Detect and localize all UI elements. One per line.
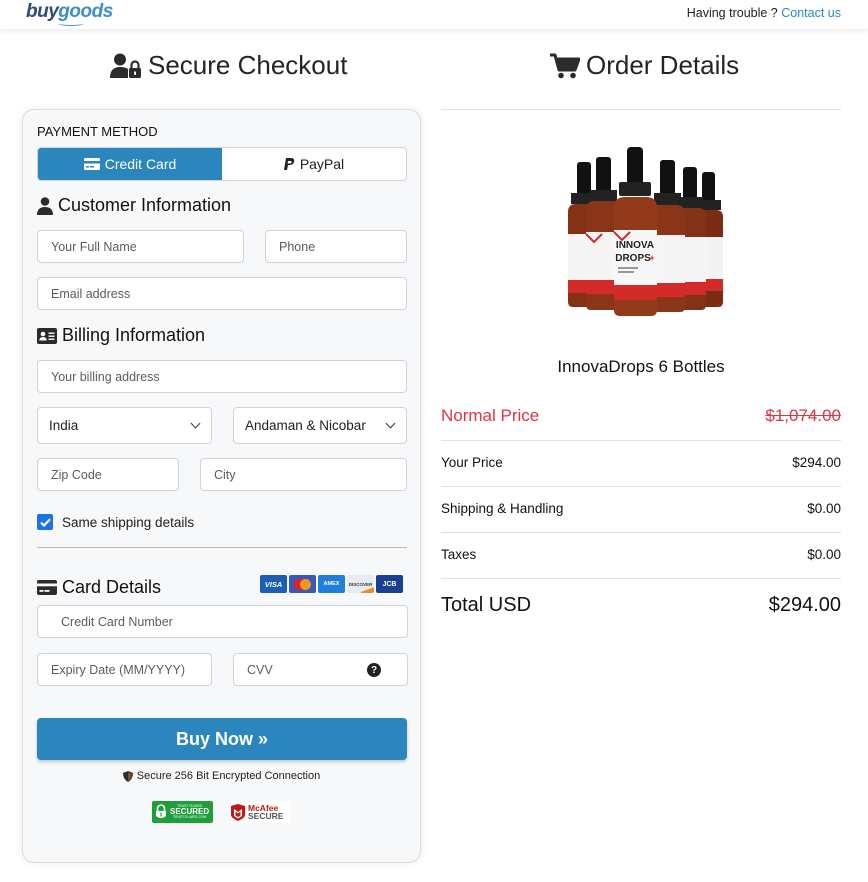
user-lock-icon bbox=[110, 53, 141, 78]
city-input[interactable] bbox=[214, 459, 406, 490]
state-select[interactable]: Andaman & Nicobar bbox=[233, 407, 407, 444]
top-bar: buygoods Having trouble ? Contact us bbox=[0, 0, 868, 30]
full-name-field[interactable] bbox=[37, 230, 244, 263]
order-top-divider bbox=[441, 109, 841, 110]
full-name-input[interactable] bbox=[51, 231, 243, 262]
shield-icon bbox=[122, 770, 133, 782]
credit-card-icon bbox=[83, 158, 100, 170]
chevron-down-icon bbox=[190, 418, 201, 429]
id-card-icon bbox=[37, 327, 57, 344]
visa-icon: VISA bbox=[260, 575, 287, 593]
email-input[interactable] bbox=[51, 278, 406, 309]
taxes-value: $0.00 bbox=[807, 547, 841, 562]
taxes-row: Taxes $0.00 bbox=[441, 547, 841, 562]
card-number-field[interactable] bbox=[37, 605, 408, 638]
svg-text:+: + bbox=[649, 253, 654, 263]
buygoods-logo[interactable]: buygoods bbox=[26, 1, 113, 23]
amex-icon: AMEX bbox=[318, 575, 345, 593]
total-value: $294.00 bbox=[768, 594, 841, 616]
bottle-front: INNOVA DROPS + bbox=[613, 147, 657, 316]
jcb-icon: JCB bbox=[376, 575, 403, 593]
divider bbox=[441, 486, 841, 487]
divider bbox=[441, 578, 841, 579]
expiry-date-input[interactable] bbox=[51, 654, 211, 685]
card-details-heading: Card Details bbox=[37, 577, 161, 598]
total-label: Total USD bbox=[441, 594, 532, 616]
discover-icon: DISCOVER bbox=[347, 575, 374, 593]
zip-code-input[interactable] bbox=[51, 459, 178, 490]
product-image: INNOVA DROPS + bbox=[568, 147, 723, 316]
shipping-value: $0.00 bbox=[807, 501, 841, 516]
phone-field[interactable] bbox=[265, 230, 407, 263]
paypal-icon bbox=[283, 157, 295, 170]
secure-connection-text: Secure 256 Bit Encrypted Connection bbox=[23, 770, 420, 782]
taxes-label: Taxes bbox=[441, 547, 477, 562]
customer-information-heading: Customer Information bbox=[37, 195, 231, 216]
zip-code-field[interactable] bbox=[37, 458, 179, 491]
payment-method-tabs: Credit Card PayPal bbox=[37, 147, 407, 181]
security-badges: TRUST GUARD SECURED TRUSTGUARD.COM McAfe… bbox=[23, 801, 420, 823]
phone-input[interactable] bbox=[279, 231, 406, 262]
country-select[interactable]: India bbox=[37, 407, 212, 444]
divider bbox=[441, 532, 841, 533]
expiry-date-field[interactable] bbox=[37, 653, 212, 686]
normal-price-label: Normal Price bbox=[441, 406, 540, 425]
svg-text:DROPS: DROPS bbox=[615, 253, 651, 264]
logo-smile-icon bbox=[58, 21, 84, 26]
product-name: InnovaDrops 6 Bottles bbox=[557, 357, 725, 376]
mcafee-shield-icon bbox=[231, 803, 245, 821]
email-field[interactable] bbox=[37, 277, 407, 310]
shipping-label: Shipping & Handling bbox=[441, 501, 564, 516]
billing-address-field[interactable] bbox=[37, 360, 407, 393]
your-price-value: $294.00 bbox=[792, 455, 841, 470]
shipping-row: Shipping & Handling $0.00 bbox=[441, 501, 841, 516]
user-icon bbox=[37, 196, 53, 215]
same-shipping-checkbox[interactable] bbox=[37, 514, 53, 530]
accepted-cards: VISA AMEX DISCOVER JCB bbox=[260, 575, 403, 593]
shopping-cart-icon bbox=[550, 53, 580, 78]
question-circle-icon[interactable]: ? bbox=[367, 663, 381, 677]
chevron-down-icon bbox=[385, 418, 396, 429]
tab-paypal[interactable]: PayPal bbox=[222, 148, 406, 180]
credit-card-icon bbox=[37, 580, 57, 595]
trustguard-badge[interactable]: TRUST GUARD SECURED TRUSTGUARD.COM bbox=[152, 801, 213, 823]
card-number-input[interactable] bbox=[61, 606, 407, 637]
cvv-input[interactable] bbox=[247, 654, 407, 685]
checkout-form-card: PAYMENT METHOD Credit Card PayPal Custom… bbox=[22, 109, 421, 863]
checkmark-icon bbox=[39, 517, 51, 527]
buy-now-button[interactable]: Buy Now » bbox=[37, 718, 407, 760]
same-shipping-row[interactable]: Same shipping details bbox=[37, 514, 194, 530]
tab-credit-card[interactable]: Credit Card bbox=[38, 148, 222, 180]
normal-price-row: Normal Price $1,074.00 bbox=[441, 406, 841, 426]
mastercard-icon bbox=[289, 575, 316, 593]
section-divider bbox=[37, 547, 407, 548]
billing-address-input[interactable] bbox=[51, 361, 406, 392]
billing-information-heading: Billing Information bbox=[37, 325, 205, 346]
normal-price-value: $1,074.00 bbox=[765, 406, 841, 425]
city-field[interactable] bbox=[200, 458, 407, 491]
secure-checkout-heading: Secure Checkout bbox=[110, 50, 347, 81]
mcafee-secure-badge[interactable]: McAfee SECURE bbox=[231, 801, 291, 823]
divider bbox=[441, 440, 841, 441]
your-price-label: Your Price bbox=[441, 455, 503, 470]
payment-method-label: PAYMENT METHOD bbox=[37, 124, 158, 139]
padlock-icon bbox=[156, 804, 166, 818]
total-row: Total USD $294.00 bbox=[441, 594, 841, 617]
svg-text:INNOVA: INNOVA bbox=[616, 240, 654, 251]
cvv-field[interactable]: ? bbox=[233, 653, 408, 686]
contact-us-link[interactable]: Contact us bbox=[781, 6, 841, 20]
order-details-heading: Order Details bbox=[550, 50, 739, 81]
help-text: Having trouble ? Contact us bbox=[686, 6, 841, 20]
your-price-row: Your Price $294.00 bbox=[441, 455, 841, 470]
